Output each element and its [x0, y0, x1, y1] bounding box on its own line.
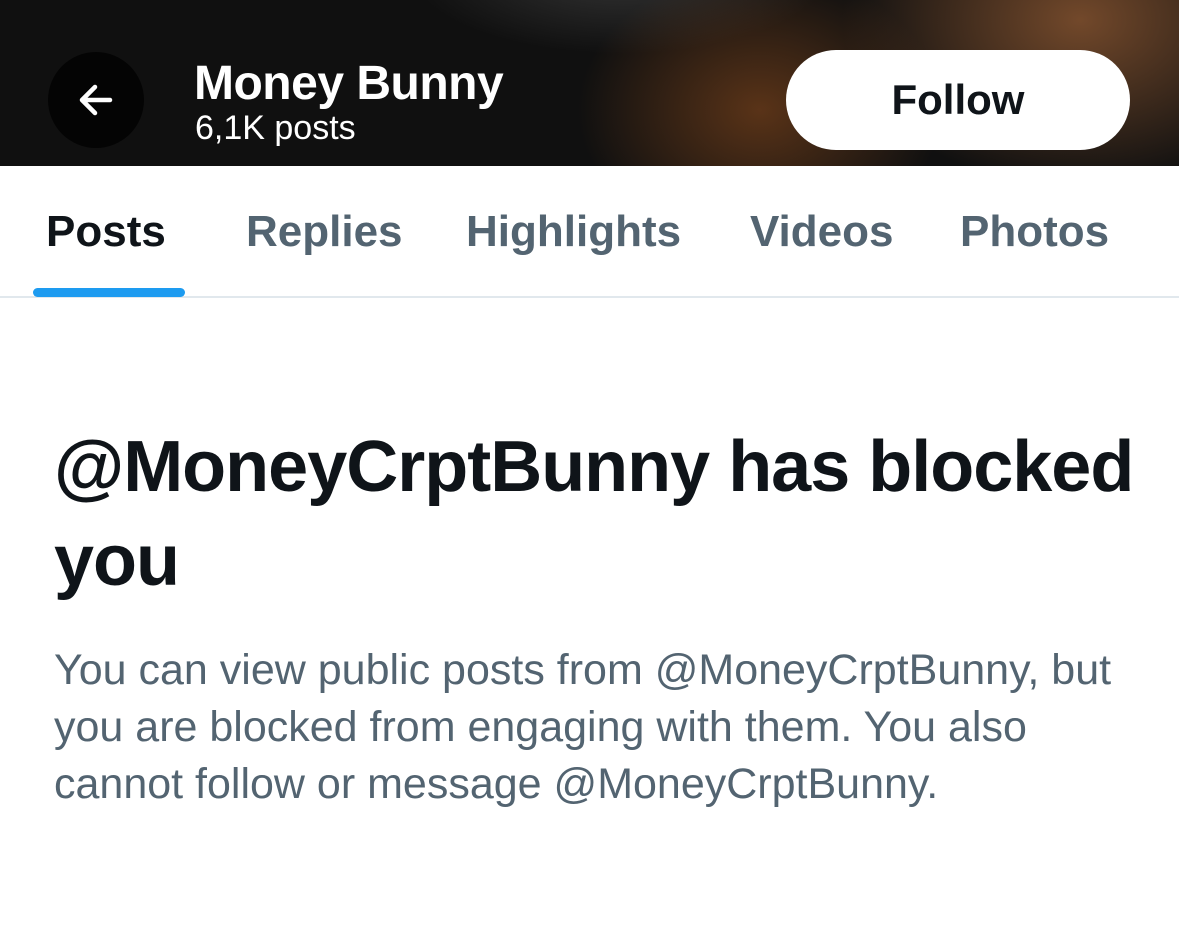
- blocked-description: You can view public posts from @MoneyCrp…: [54, 646, 1112, 808]
- blocked-heading: @MoneyCrptBunny has blocked you: [54, 427, 1134, 601]
- profile-name: Money Bunny: [194, 57, 504, 110]
- follow-button[interactable]: Follow: [786, 50, 1130, 150]
- tab-photos[interactable]: Photos: [960, 206, 1109, 258]
- back-button[interactable]: [48, 52, 144, 148]
- profile-header-banner: Money Bunny 6,1K posts Follow: [0, 0, 1179, 166]
- tab-posts[interactable]: Posts: [46, 206, 166, 258]
- tab-replies[interactable]: Replies: [246, 206, 403, 258]
- profile-tabs: Posts Replies Highlights Videos Photos: [0, 166, 1179, 298]
- tab-highlights[interactable]: Highlights: [466, 206, 681, 258]
- post-count: 6,1K posts: [195, 109, 356, 147]
- tab-videos[interactable]: Videos: [750, 206, 893, 258]
- arrow-left-icon: [79, 84, 113, 116]
- active-tab-indicator: [33, 288, 185, 297]
